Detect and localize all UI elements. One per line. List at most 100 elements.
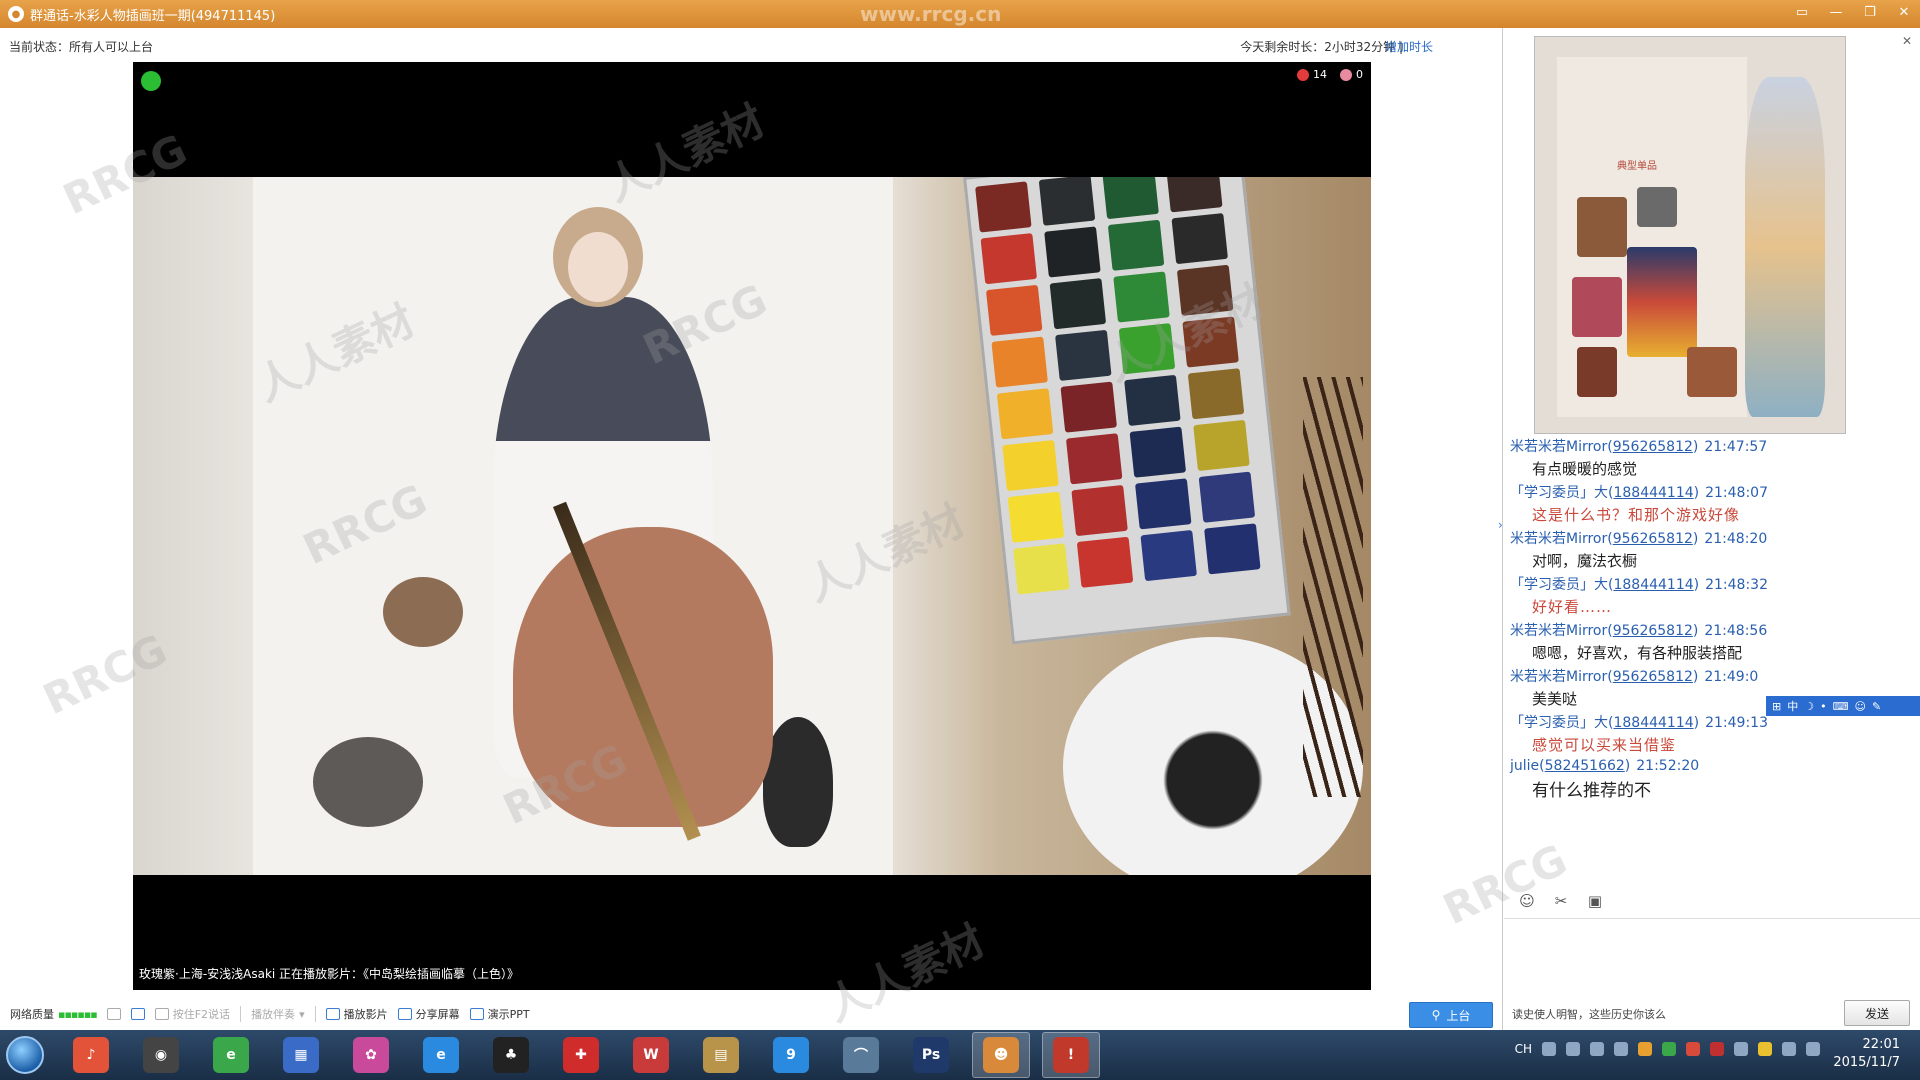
play-accompaniment-button[interactable]: 播放伴奏 ▾	[251, 1006, 305, 1022]
network-app[interactable]: ⌒	[832, 1032, 890, 1078]
sender-qq-link[interactable]: 188444114	[1613, 577, 1693, 593]
ime-mode[interactable]: 中	[1787, 698, 1798, 714]
clock[interactable]: 22:01 2015/11/7	[1833, 1036, 1900, 1072]
chat-sender[interactable]: 米若米若Mirror(956265812) 21:48:20	[1510, 528, 1914, 548]
sender-name[interactable]: 米若米若Mirror(	[1510, 531, 1613, 547]
browser-360-app[interactable]: e	[202, 1032, 260, 1078]
picasa-app[interactable]: ✿	[342, 1032, 400, 1078]
windows-logo-icon	[6, 1036, 44, 1074]
sender-qq-link[interactable]: 582451662	[1545, 758, 1625, 774]
webcam-app[interactable]: ◉	[132, 1032, 190, 1078]
taskbar-apps: ♪ ◉ e ▦ ✿ e ♣ ✚ W ▤ 9 ⌒ Ps ☻!	[50, 1032, 1100, 1078]
wrench-icon[interactable]: ✎	[1872, 700, 1881, 713]
sender-qq-link[interactable]: 188444114	[1613, 485, 1693, 501]
chat-pane: ✕ › 典型单品 米若米若Mirror(956265812) 21:47:57 有点…	[1498, 28, 1920, 1030]
message-text: 有点暖暖的感觉	[1532, 460, 1638, 478]
close-preview-icon[interactable]: ✕	[1902, 34, 1912, 48]
status-row: 当前状态：所有人可以上台 今天剩余时长：2小时32分钟 | 增加时长	[0, 28, 1503, 60]
tray-user-icon[interactable]	[1614, 1042, 1628, 1056]
message-time: 21:48:07	[1705, 485, 1768, 501]
chat-sender[interactable]: 米若米若Mirror(956265812) 21:47:57	[1510, 436, 1914, 456]
chat-sender[interactable]: julie(582451662) 21:52:20	[1510, 758, 1914, 774]
egg-counter[interactable]: 0	[1340, 68, 1363, 81]
image-viewer-app[interactable]: 9	[762, 1032, 820, 1078]
shield-icon[interactable]	[1662, 1042, 1676, 1056]
emoji-icon[interactable]: ☺	[1518, 892, 1536, 910]
sender-qq-link[interactable]: 188444114	[1613, 715, 1693, 731]
volume-icon[interactable]	[1806, 1042, 1820, 1056]
file-manager-app[interactable]: ▦	[272, 1032, 330, 1078]
paint-app[interactable]: ☻	[972, 1032, 1030, 1078]
mic-button[interactable]	[106, 1008, 121, 1020]
toolbar-divider	[240, 1006, 242, 1022]
sender-qq-link[interactable]: 956265812	[1613, 439, 1693, 455]
gift-app[interactable]: ✚	[552, 1032, 610, 1078]
moon-icon[interactable]: ☽	[1804, 700, 1814, 713]
present-ppt-button[interactable]: 演示PPT	[469, 1006, 530, 1022]
sender-name[interactable]: 「学习委员」大(	[1510, 577, 1613, 593]
live-indicator-icon	[141, 71, 161, 91]
webcam-app-icon: ◉	[143, 1037, 179, 1073]
chat-sender[interactable]: 米若米若Mirror(956265812) 21:49:0	[1510, 666, 1914, 686]
monitor-icon[interactable]	[1782, 1042, 1796, 1056]
ie-app[interactable]: e	[412, 1032, 470, 1078]
calculator-app[interactable]: ▤	[692, 1032, 750, 1078]
sender-name[interactable]: 「学习委员」大(	[1510, 715, 1613, 731]
send-button[interactable]: 发送	[1844, 1000, 1910, 1026]
sender-name[interactable]: julie(	[1510, 758, 1545, 774]
wps-app[interactable]: W	[622, 1032, 680, 1078]
sender-name[interactable]: 「学习委员」大(	[1510, 485, 1613, 501]
chat-sender[interactable]: 米若米若Mirror(956265812) 21:48:56	[1510, 620, 1914, 640]
message-input[interactable]	[1504, 918, 1920, 998]
chevron-down-icon[interactable]: ▾	[299, 1008, 305, 1021]
scissors-icon[interactable]: ✂	[1552, 892, 1570, 910]
qq-music-app[interactable]: ♪	[62, 1032, 120, 1078]
chat-sender[interactable]: 「学习委员」大(188444114) 21:48:32	[1510, 574, 1914, 594]
tray-network-icon[interactable]	[1734, 1042, 1748, 1056]
punct-icon[interactable]: •	[1820, 700, 1827, 713]
sender-name[interactable]: 米若米若Mirror(	[1510, 669, 1613, 685]
share-screen-button[interactable]: 分享屏幕	[397, 1006, 460, 1022]
play-accompaniment-label: 播放伴奏	[251, 1008, 296, 1021]
tray-help-icon[interactable]	[1590, 1042, 1604, 1056]
collapse-arrow-icon[interactable]: ›	[1498, 518, 1503, 532]
sender-qq-link[interactable]: 956265812	[1613, 669, 1693, 685]
title-bar: ● 群通话-水彩人物插画班一期(494711145) ▭ — ❐ ✕	[0, 0, 1920, 28]
ime-logo-icon[interactable]: ⊞	[1772, 700, 1781, 713]
add-time-link[interactable]: 增加时长	[1385, 38, 1433, 55]
yy-voice-app[interactable]: !	[1042, 1032, 1100, 1078]
image-icon[interactable]: ▣	[1586, 892, 1604, 910]
tray-app-icon[interactable]	[1710, 1042, 1724, 1056]
sender-close-paren: )	[1693, 715, 1700, 731]
qq-app[interactable]: ♣	[482, 1032, 540, 1078]
tray-window-icon[interactable]	[1566, 1042, 1580, 1056]
skin-icon[interactable]: ▭	[1792, 4, 1812, 22]
keyboard-icon[interactable]: ⌨	[1833, 700, 1849, 713]
sender-name[interactable]: 米若米若Mirror(	[1510, 623, 1613, 639]
shared-image-preview[interactable]: 典型单品	[1534, 36, 1846, 434]
person-icon[interactable]: ☺	[1854, 700, 1865, 713]
pen-icon[interactable]	[1542, 1042, 1556, 1056]
minimize-icon[interactable]: —	[1826, 4, 1846, 22]
photoshop-app[interactable]: Ps	[902, 1032, 960, 1078]
join-stage-button[interactable]: ⚲ 上台	[1409, 1002, 1493, 1028]
flower-counter[interactable]: 14	[1297, 68, 1327, 81]
sender-name[interactable]: 米若米若Mirror(	[1510, 439, 1613, 455]
tray-plus-icon[interactable]	[1758, 1042, 1772, 1056]
tray-qq-icon[interactable]	[1638, 1042, 1652, 1056]
video-player[interactable]: 14 0 玫瑰紫·上海-安浅浅Asaki 正在播放影片：《中岛梨绘插画临摹（上色…	[133, 62, 1371, 990]
chat-sender[interactable]: 「学习委员」大(188444114) 21:48:07	[1510, 482, 1914, 502]
tray-antivirus-icon[interactable]	[1686, 1042, 1700, 1056]
language-indicator[interactable]: CH	[1515, 1042, 1532, 1056]
start-button[interactable]	[0, 1030, 50, 1080]
sender-qq-link[interactable]: 956265812	[1613, 531, 1693, 547]
hold-to-talk-button[interactable]: 按住F2说话	[154, 1006, 230, 1022]
close-icon[interactable]: ✕	[1894, 4, 1914, 22]
book-heading: 典型单品	[1617, 161, 1657, 172]
ime-toolbar[interactable]: ⊞ 中 ☽ • ⌨ ☺ ✎	[1766, 696, 1920, 716]
clock-time: 22:01	[1862, 1037, 1900, 1052]
sender-qq-link[interactable]: 956265812	[1613, 623, 1693, 639]
speaker-button[interactable]	[130, 1008, 145, 1020]
play-movie-button[interactable]: 播放影片	[325, 1006, 388, 1022]
maximize-icon[interactable]: ❐	[1860, 4, 1880, 22]
